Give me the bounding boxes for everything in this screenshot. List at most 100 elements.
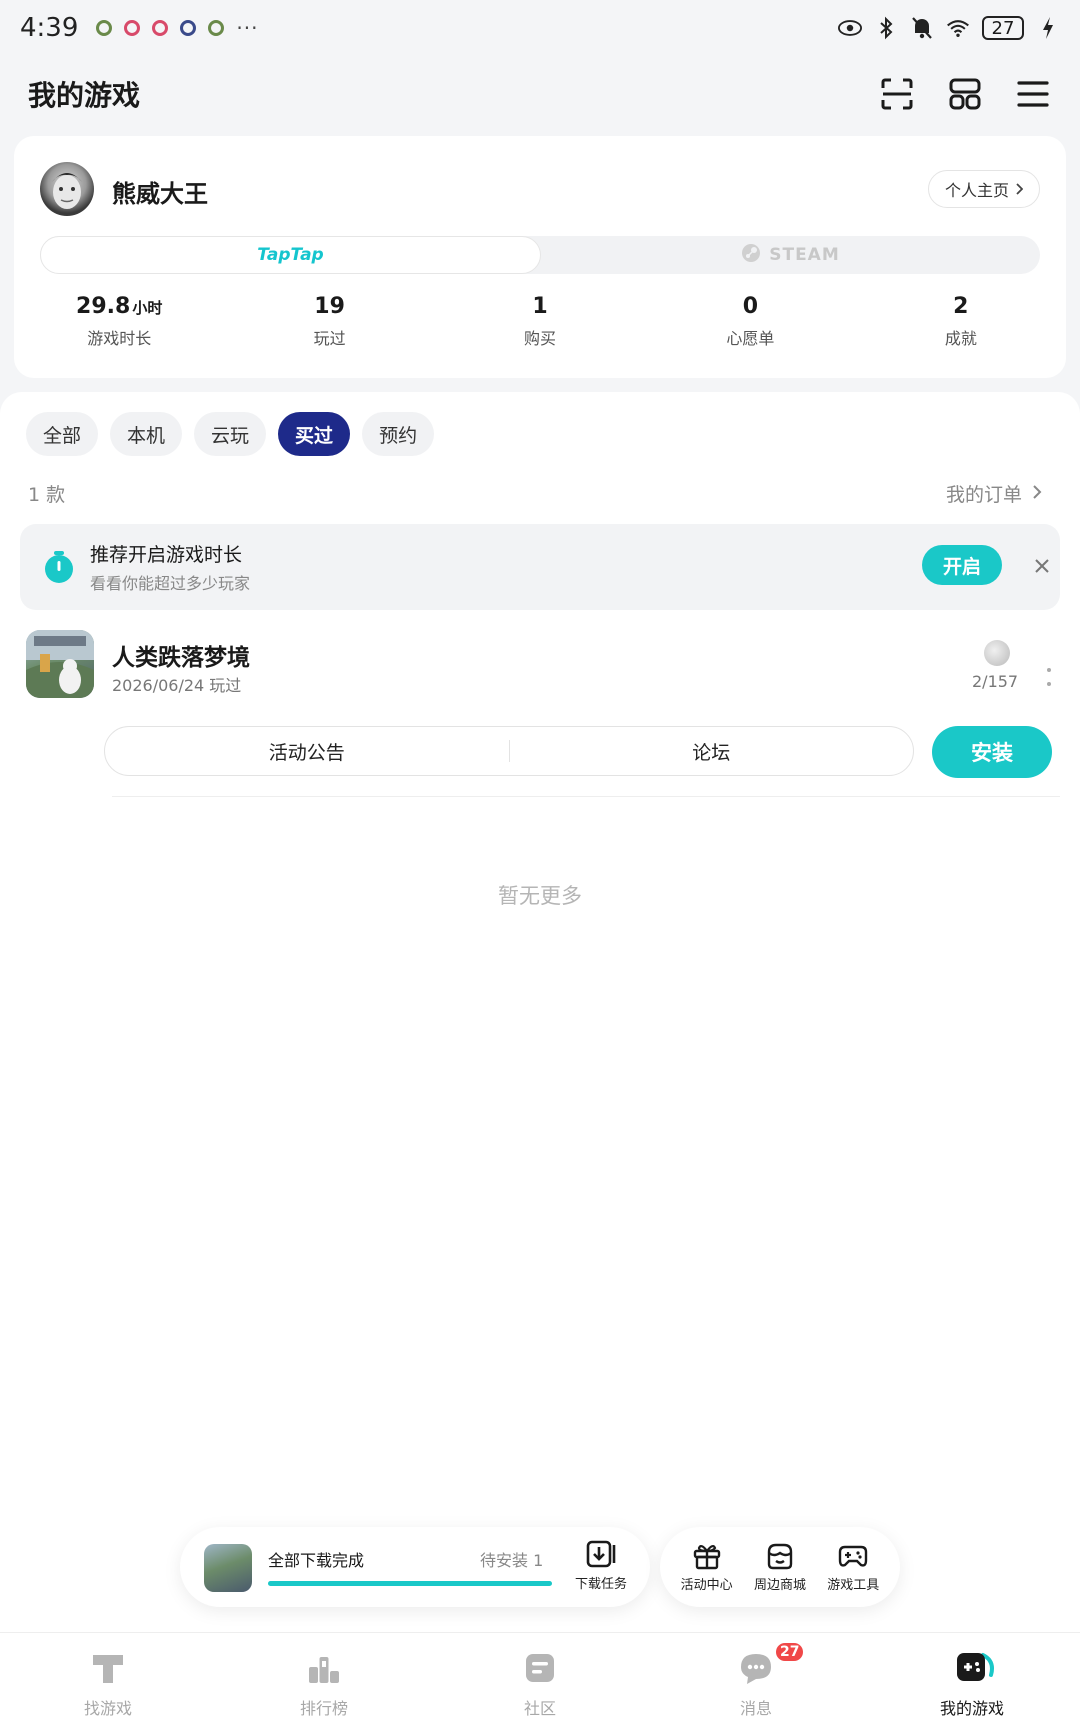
steam-icon [741,243,761,268]
charging-icon [1036,16,1060,40]
store-icon [765,1542,795,1570]
game-tools-button[interactable]: 游戏工具 [819,1542,887,1593]
stopwatch-icon [42,550,76,584]
download-tasks-label: 下载任务 [574,1577,627,1592]
download-progress-fill [268,1581,552,1586]
forum-button[interactable]: 论坛 [510,738,914,765]
eye-icon [838,16,862,40]
enable-button[interactable]: 开启 [922,545,1002,585]
game-actions: 活动公告 论坛 [104,726,914,776]
my-games-icon [953,1649,994,1687]
message-icon [737,1649,775,1687]
stat-value: 1 [532,294,548,319]
community-icon [521,1649,559,1687]
install-button[interactable]: 安装 [932,726,1052,778]
more-notifications-icon: ··· [236,16,259,40]
nav-label: 社区 [523,1699,556,1718]
avatar[interactable] [40,162,94,216]
close-icon [1035,559,1049,573]
filter-tab-all[interactable]: 全部 [26,412,99,456]
stat-play-time[interactable]: 29.8 小时 游戏时长 [14,294,224,349]
podium-icon [305,1649,343,1687]
stat-label: 成就 [944,329,977,348]
battery-icon: 27 [982,16,1024,40]
download-icon [585,1539,617,1569]
nav-find-games[interactable]: 找游戏 [0,1633,216,1728]
game-played-date: 2026/06/24 玩过 [112,676,242,695]
stat-unit: 小时 [132,299,163,317]
stat-value: 2 [953,294,969,319]
message-badge: 27 [774,1641,806,1663]
achievement-count: 2/157 [972,672,1019,691]
status-time: 4:39 [20,13,79,43]
nav-my-games[interactable]: 我的游戏 [864,1633,1080,1728]
achievement-icon [984,640,1010,666]
nav-label: 我的游戏 [939,1699,1004,1718]
bottom-nav: 找游戏 排行榜 社区 消息 27 我的游戏 [0,1632,1080,1728]
stat-label: 玩过 [313,329,346,348]
nav-label: 排行榜 [299,1699,348,1718]
no-more-text: 暂无更多 [498,884,582,908]
filter-tab-purchased[interactable]: 买过 [278,412,351,456]
nav-community[interactable]: 社区 [432,1633,648,1728]
stat-played[interactable]: 19 玩过 [224,294,434,349]
announcements-button[interactable]: 活动公告 [105,738,509,765]
homepage-button[interactable]: 个人主页 [927,170,1040,208]
divider [112,796,1060,797]
nav-messages[interactable]: 消息 27 [648,1633,864,1728]
filter-tab-cloud[interactable]: 云玩 [194,412,267,456]
activity-center-button[interactable]: 活动中心 [673,1542,741,1593]
tool-label: 周边商城 [753,1577,806,1593]
download-tasks-button[interactable]: 下载任务 [568,1539,634,1592]
menu-button[interactable] [1014,75,1052,113]
homepage-label: 个人主页 [944,181,1009,200]
game-title: 人类跌落梦境 [112,645,250,671]
chevron-right-icon [1015,180,1024,199]
chevron-right-icon [1032,483,1042,505]
mute-bell-icon [910,16,934,40]
game-count: 1 款 [28,484,66,506]
scan-icon [881,78,913,110]
game-list-item[interactable]: 人类跌落梦境 2026/06/24 玩过 2/157 [0,628,1080,718]
tab-steam[interactable]: STEAM [541,236,1040,274]
stat-label: 购买 [524,329,557,348]
filter-tab-local[interactable]: 本机 [110,412,183,456]
stat-purchased[interactable]: 1 购买 [435,294,645,349]
notification-icon [180,20,197,36]
profile-card: 熊威大王 个人主页 TapTap STEAM 29.8 小时 游戏时长 19 玩过… [14,136,1066,378]
tab-taptap[interactable]: TapTap [40,236,541,274]
nav-label: 消息 [739,1699,772,1718]
page-title: 我的游戏 [28,79,141,112]
menu-icon [1017,81,1049,107]
scan-button[interactable] [878,75,916,113]
stat-achievements[interactable]: 2 成就 [856,294,1066,349]
platform-tabs: TapTap STEAM [40,236,1040,274]
gamepad-icon [838,1542,868,1570]
games-panel: 全部 本机 云玩 买过 预约 1 款 我的订单 推荐开启游戏时长 看看你能超过多… [0,392,1080,1632]
notification-icon [124,20,141,36]
filter-tabs: 全部 本机 云玩 买过 预约 [26,412,435,456]
grid-view-button[interactable] [946,75,984,113]
stat-value: 0 [742,294,759,319]
tab-steam-label: STEAM [769,245,840,265]
nav-rankings[interactable]: 排行榜 [216,1633,432,1728]
pending-install-text: 待安装 1 [480,1551,544,1570]
stat-wishlist[interactable]: 0 心愿单 [645,294,855,349]
game-icon [204,1544,252,1592]
stat-value: 29.8 [76,294,131,319]
merch-store-button[interactable]: 周边商城 [746,1542,814,1593]
tool-label: 活动中心 [680,1577,733,1593]
page-header: 我的游戏 [0,56,1080,132]
filter-tab-reserved[interactable]: 预约 [362,412,435,456]
recommendation-banner: 推荐开启游戏时长 看看你能超过多少玩家 开启 [20,524,1060,610]
tools-bar: 活动中心 周边商城 游戏工具 [660,1527,900,1607]
more-options-icon[interactable] [1046,668,1052,686]
my-orders-label: 我的订单 [945,484,1022,506]
close-banner-button[interactable] [1028,552,1056,580]
my-orders-link[interactable]: 我的订单 [946,480,1042,507]
tool-label: 游戏工具 [827,1577,880,1593]
notification-icon [152,20,169,36]
download-status-bar[interactable]: 全部下载完成 待安装 1 下载任务 [180,1527,650,1607]
download-status-text: 全部下载完成 [268,1551,365,1570]
notification-icon [208,20,225,36]
